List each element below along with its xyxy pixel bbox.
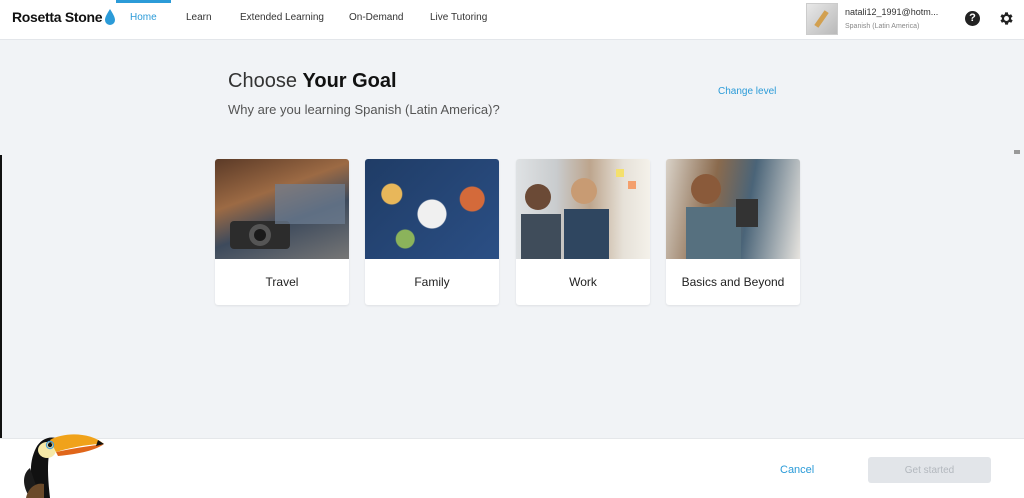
page-title: Choose Your Goal (228, 70, 397, 93)
camera-icon (230, 184, 345, 249)
brand-logo[interactable]: Rosetta Stone (12, 9, 116, 25)
nav-extended-learning[interactable]: Extended Learning (240, 0, 324, 40)
help-icon[interactable]: ? (965, 11, 980, 26)
brand-name: Rosetta Stone (12, 9, 103, 25)
goal-label-basics-and-beyond: Basics and Beyond (681, 275, 785, 289)
cancel-button[interactable]: Cancel (780, 464, 814, 476)
scroll-indicator[interactable] (1014, 150, 1020, 154)
basics-photo (666, 159, 800, 259)
page-title-prefix: Choose (228, 70, 303, 92)
top-navigation: Rosetta Stone Home Learn Extended Learni… (0, 0, 1024, 40)
reading-person-icon (686, 174, 758, 259)
goal-card-work[interactable]: Work (516, 159, 650, 305)
user-email: natali12_1991@hotm... (845, 7, 939, 17)
goal-card-family[interactable]: Family (365, 159, 499, 305)
goal-label-travel: Travel (265, 275, 299, 289)
travel-photo (215, 159, 349, 259)
nav-live-tutoring[interactable]: Live Tutoring (430, 0, 487, 40)
nav-home[interactable]: Home (116, 0, 171, 40)
rosetta-drop-icon (105, 9, 116, 25)
coworkers-icon (521, 169, 636, 259)
work-photo (516, 159, 650, 259)
user-menu[interactable]: natali12_1991@hotm... Spanish (Latin Ame… (806, 3, 956, 35)
window-edge (0, 155, 2, 438)
page-subtitle: Why are you learning Spanish (Latin Amer… (228, 102, 500, 117)
page-title-bold: Your Goal (302, 70, 397, 92)
gear-icon[interactable] (998, 10, 1015, 27)
user-language: Spanish (Latin America) (845, 23, 920, 30)
nav-learn[interactable]: Learn (186, 0, 212, 40)
get-started-button[interactable]: Get started (868, 457, 991, 483)
avatar (806, 3, 838, 35)
goal-card-basics-and-beyond[interactable]: Basics and Beyond (666, 159, 800, 305)
change-level-link[interactable]: Change level (718, 86, 776, 97)
toucan-icon (24, 434, 104, 498)
goal-card-travel[interactable]: Travel (215, 159, 349, 305)
goal-label-work: Work (569, 275, 597, 289)
goal-label-family: Family (414, 275, 450, 289)
family-photo (365, 159, 499, 259)
nav-on-demand[interactable]: On-Demand (349, 0, 403, 40)
